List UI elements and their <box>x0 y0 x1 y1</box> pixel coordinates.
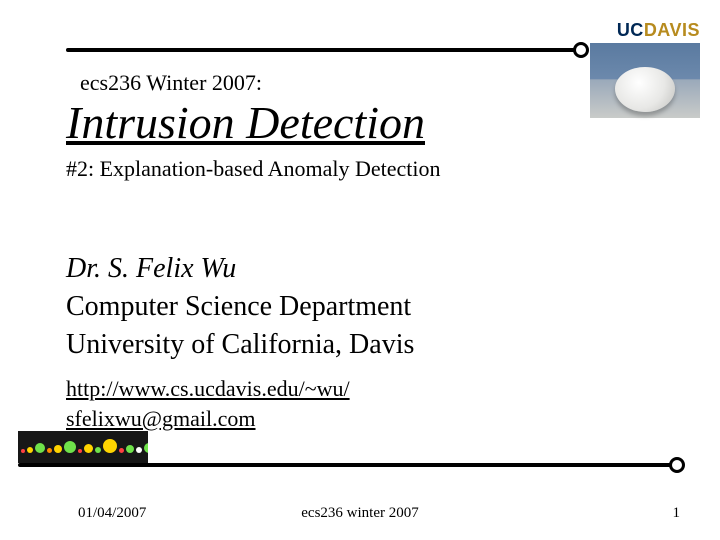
affiliation-block: Dr. S. Felix Wu Computer Science Departm… <box>66 250 414 363</box>
author-url: http://www.cs.ucdavis.edu/~wu/ <box>66 374 350 404</box>
campus-photo <box>590 43 700 118</box>
bottom-rule <box>18 463 678 467</box>
top-rule <box>66 48 582 52</box>
author-dept: Computer Science Department <box>66 288 414 326</box>
footer-center: ecs236 winter 2007 <box>0 505 720 522</box>
page-title: Intrusion Detection <box>66 100 425 146</box>
page-subtitle: #2: Explanation-based Anomaly Detection <box>66 156 441 182</box>
egghead-sculpture-icon <box>615 67 675 112</box>
rule-dot <box>573 42 589 58</box>
logo-wordmark: UCDAVIS <box>590 20 700 41</box>
ucdavis-logo: UCDAVIS <box>590 20 700 118</box>
logo-davis-text: DAVIS <box>644 20 700 40</box>
author-email: sfelixwu@gmail.com <box>66 404 350 434</box>
footer-page-number: 1 <box>673 505 681 522</box>
course-label: ecs236 Winter 2007: <box>80 70 262 96</box>
links-block: http://www.cs.ucdavis.edu/~wu/ sfelixwu@… <box>66 374 350 433</box>
decorative-chart-thumbnail <box>18 431 148 463</box>
author-name: Dr. S. Felix Wu <box>66 250 414 288</box>
author-univ: University of California, Davis <box>66 326 414 364</box>
rule-dot <box>669 457 685 473</box>
logo-uc-text: UC <box>617 20 644 40</box>
